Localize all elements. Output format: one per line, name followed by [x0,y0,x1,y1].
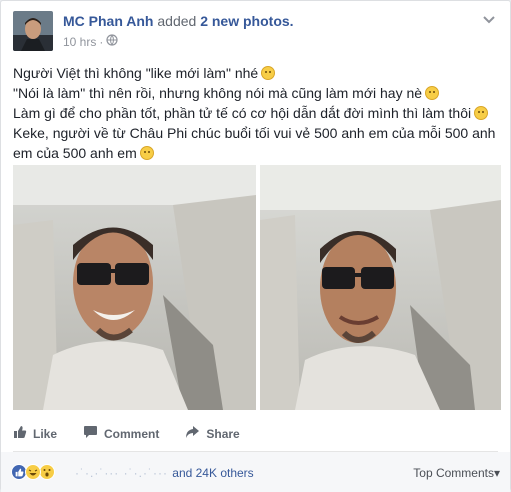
post-line: Làm gì để cho phần tốt, phần tử tế có cơ… [13,103,501,123]
action-bar: Like Comment Share [13,425,266,442]
smile-emoji-icon [474,106,489,120]
sort-label: Top Comments [413,466,494,480]
reaction-summary[interactable]: ·˙·.·˙··· ·˙·.·˙··· and 24K others [75,466,254,480]
share-button[interactable]: Share [185,425,240,442]
reaction-count-link[interactable]: and 24K others [172,466,253,480]
post-line: Người Việt thì không "like mới làm" nhé [13,63,501,83]
reaction-icons[interactable] [11,464,55,480]
top-comments-dropdown[interactable]: Top Comments▾ [413,466,500,480]
globe-icon[interactable] [106,34,118,49]
share-arrow-icon [185,425,200,442]
post-photo-1[interactable] [13,165,256,410]
share-label: Share [206,426,240,441]
comment-label: Comment [104,426,160,441]
photos-count-link[interactable]: 2 new photos. [200,13,293,29]
comment-button[interactable]: Comment [83,425,159,442]
chevron-down-icon[interactable] [480,13,498,27]
post-line: Keke, người về từ Châu Phi chúc buổi tối… [13,125,496,141]
haha-reaction-icon [25,464,41,480]
caret-down-icon: ▾ [493,466,500,480]
meta-separator: · [99,34,104,49]
post-photo-2[interactable] [260,165,501,410]
timestamp[interactable]: 10 hrs [63,35,96,49]
wow-reaction-icon [39,464,55,480]
post-line: em của 500 anh em [13,143,501,163]
like-label: Like [33,426,58,441]
like-button[interactable]: Like [13,425,57,442]
smile-emoji-icon [425,86,440,100]
post-card: MC Phan Anh added 2 new photos. 10 hrs ·… [0,0,511,492]
avatar[interactable] [13,11,53,51]
author-name[interactable]: MC Phan Anh [63,13,153,29]
smile-emoji-icon [139,146,154,160]
post-header: MC Phan Anh added 2 new photos. [63,13,294,29]
post-text: Người Việt thì không "like mới làm" nhé … [13,63,501,163]
reactions-bar: ·˙·.·˙··· ·˙·.·˙··· and 24K others Top C… [1,452,510,492]
blurred-names: ·˙·.·˙··· ·˙·.·˙··· [75,466,173,480]
thumbs-up-icon [13,425,27,442]
smile-emoji-icon [261,66,276,80]
post-meta: 10 hrs · [63,34,118,49]
header-action: added [157,13,197,29]
comment-bubble-icon [83,425,98,442]
post-line: "Nói là làm" thì nên rồi, nhưng không nó… [13,83,501,103]
